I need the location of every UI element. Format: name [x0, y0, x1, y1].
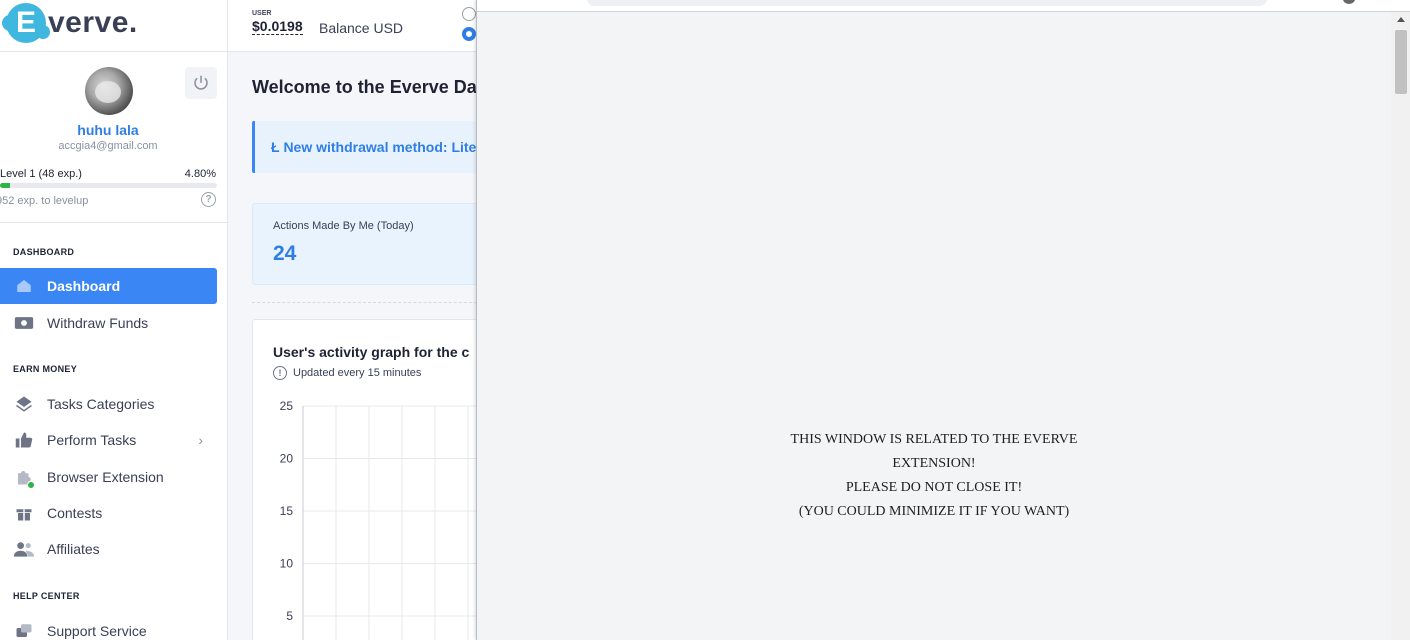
sidebar-item-label: Support Service	[47, 623, 147, 639]
scroll-up-arrow[interactable]	[1397, 17, 1405, 22]
sidebar-item-browser-extension[interactable]: Browser Extension	[0, 459, 217, 495]
stat-value: 24	[273, 242, 297, 265]
divider	[0, 222, 227, 223]
exp-to-levelup: 952 exp. to levelup	[0, 195, 89, 207]
section-label-dashboard: DASHBOARD	[13, 247, 75, 257]
scrollbar-thumb[interactable]	[1395, 30, 1407, 94]
wallet-icon	[13, 313, 35, 333]
extension-message: THIS WINDOW IS RELATED TO THE EVERVE EXT…	[764, 428, 1104, 524]
thumbs-up-icon	[13, 430, 35, 450]
sidebar-item-perform-tasks[interactable]: Perform Tasks ›	[0, 422, 217, 458]
scrollbar[interactable]	[1391, 12, 1410, 640]
balance-value[interactable]: $0.0198	[252, 19, 303, 35]
logo-text: verve.	[48, 6, 138, 39]
graph-subtitle: ! Updated every 15 minutes	[273, 366, 421, 380]
graph-title: User's activity graph for the c	[273, 344, 470, 360]
support-icon	[13, 621, 35, 640]
divider	[0, 51, 227, 52]
chart-y-tick-label: 10	[280, 557, 294, 571]
help-icon[interactable]: ?	[201, 192, 216, 207]
sidebar-item-label: Dashboard	[47, 278, 121, 294]
balance-label: USER	[252, 10, 272, 17]
activity-graph-card: User's activity graph for the c ! Update…	[252, 319, 478, 640]
sidebar-item-label: Contests	[47, 505, 103, 521]
power-icon	[194, 75, 208, 90]
divider	[252, 302, 478, 303]
section-label-help-center: HELP CENTER	[13, 591, 80, 601]
message-line: EXTENSION!	[892, 456, 976, 471]
top-bar: USER $0.0198 Balance USD	[228, 0, 478, 52]
sidebar-item-support-service[interactable]: Support Service	[0, 613, 217, 640]
chart-y-tick-label: 25	[280, 399, 294, 413]
info-icon: !	[273, 366, 287, 380]
withdrawal-alert[interactable]: Ł New withdrawal method: Lite	[252, 121, 478, 173]
level-percent: 4.80%	[184, 168, 216, 180]
sidebar-item-label: Tasks Categories	[47, 396, 155, 412]
level-label: Level 1 (48 exp.)	[0, 168, 82, 180]
chart-y-tick-label: 20	[280, 452, 294, 466]
extension-popup-window: THIS WINDOW IS RELATED TO THE EVERVE EXT…	[476, 0, 1410, 640]
profile-avatar[interactable]	[1343, 0, 1355, 4]
logout-button[interactable]	[185, 67, 217, 99]
sidebar-item-label: Browser Extension	[47, 469, 164, 485]
page-title: Welcome to the Everve Da	[252, 77, 477, 97]
main-content: Welcome to the Everve Da Ł New withdrawa…	[228, 52, 478, 640]
popup-address-bar[interactable]	[587, 0, 1267, 6]
sidebar-item-label: Perform Tasks	[47, 432, 137, 448]
message-line: PLEASE DO NOT CLOSE IT!	[845, 480, 1023, 495]
popup-title-bar	[477, 0, 1410, 12]
sidebar-item-withdraw-funds[interactable]: Withdraw Funds	[0, 305, 217, 341]
logo-badge: E	[2, 3, 50, 43]
gift-icon	[13, 503, 35, 523]
stat-label: Actions Made By Me (Today)	[273, 220, 414, 232]
activity-chart: 25 20 15 10 5	[280, 399, 478, 640]
sidebar-item-tasks-categories[interactable]: Tasks Categories	[0, 386, 217, 422]
message-line: (YOU COULD MINIMIZE IT IF YOU WANT)	[798, 504, 1070, 519]
chevron-right-icon: ›	[198, 432, 203, 448]
currency-radio-1[interactable]	[462, 7, 476, 21]
user-name[interactable]: huhu lala	[0, 122, 216, 138]
stat-card-actions-today: Actions Made By Me (Today) 24	[252, 203, 478, 285]
message-line: THIS WINDOW IS RELATED TO THE EVERVE	[790, 432, 1078, 447]
sidebar: E verve. huhu lala accgia4@gmail.com Lev…	[0, 0, 228, 640]
level-progress-bar	[0, 183, 217, 188]
currency-radio-2[interactable]	[462, 27, 476, 41]
status-dot	[27, 481, 35, 489]
level-progress-fill	[0, 183, 11, 188]
everve-logo[interactable]: E verve.	[2, 2, 138, 44]
sidebar-item-dashboard[interactable]: Dashboard	[0, 268, 217, 304]
users-icon	[13, 539, 35, 559]
graph-subtitle-text: Updated every 15 minutes	[293, 367, 422, 379]
user-email: accgia4@gmail.com	[58, 140, 158, 152]
chart-y-tick-label: 15	[280, 504, 294, 518]
sidebar-item-label: Withdraw Funds	[47, 315, 149, 331]
balance-currency: Balance USD	[319, 20, 404, 36]
puzzle-icon	[13, 467, 35, 489]
avatar[interactable]	[85, 67, 133, 115]
chart-y-tick-label: 5	[286, 609, 293, 623]
layers-icon	[13, 394, 35, 414]
house-icon	[13, 276, 35, 296]
sidebar-item-affiliates[interactable]: Affiliates	[0, 531, 217, 567]
sidebar-item-label: Affiliates	[47, 541, 100, 557]
sidebar-item-contests[interactable]: Contests	[0, 495, 217, 531]
section-label-earn-money: EARN MONEY	[13, 364, 78, 374]
